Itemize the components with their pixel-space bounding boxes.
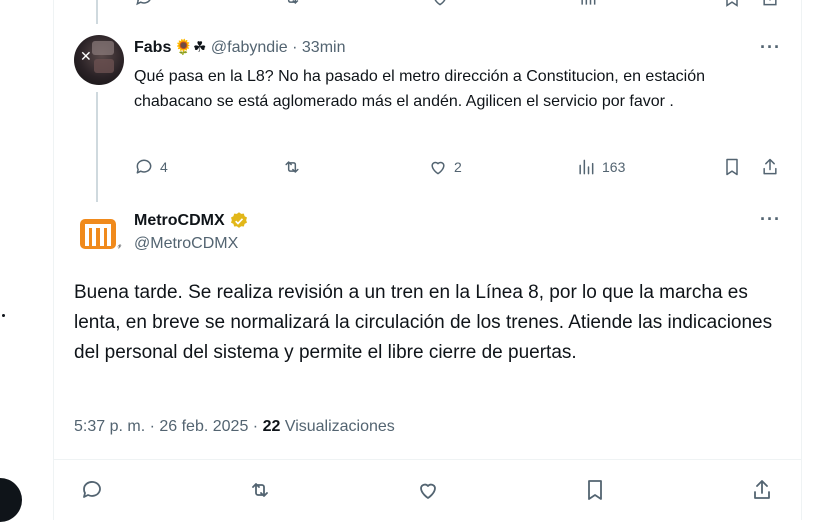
reply-icon [83,481,101,498]
dot [2,314,5,317]
like-icon [420,483,436,499]
views-count: 22 [262,418,281,435]
tweet-text: Buena tarde. Se realiza revisión a un tr… [74,282,773,363]
retweet-button[interactable] [282,156,308,178]
svg-text:®: ® [117,244,123,251]
verified-badge-icon[interactable] [229,211,249,231]
share-icon [763,158,777,175]
author-name[interactable]: Fabs [134,39,171,56]
like-icon[interactable] [430,0,450,8]
views-count: 163 [602,159,626,175]
avatar[interactable]: ✕ [74,35,124,85]
like-icon [431,161,445,175]
thread-line [96,92,98,202]
views-button[interactable]: 163 [576,156,625,178]
author-name-row: MetroCDMX [134,211,249,231]
views-icon[interactable] [578,0,598,8]
bookmark-icon [588,480,602,500]
like-button[interactable] [416,479,440,501]
bookmark-icon[interactable] [722,0,742,8]
more-icon[interactable]: ··· [760,38,780,60]
divider [54,459,801,460]
reply-button[interactable] [80,479,104,501]
retweet-icon [285,161,299,173]
views-icon [579,159,594,175]
like-count: 2 [454,159,462,175]
more-icon[interactable]: ··· [760,210,780,232]
previous-tweet-actions [0,0,840,8]
author-name[interactable]: MetroCDMX [134,212,225,230]
metro-logo-icon: ® [80,219,123,251]
metro-logo[interactable]: ® [74,209,124,259]
tweet-actions: 4 2 163 [0,156,840,178]
tweet-text: Qué pasa en la L8? No ha pasado el metro… [134,68,706,110]
tweet-meta: 5:37 p. m. · 26 feb. 2025 · 22 Visualiza… [74,418,395,436]
like-button[interactable]: 2 [428,156,462,178]
retweet-button[interactable] [248,479,272,501]
reply-count: 4 [160,159,168,175]
share-icon [754,480,770,499]
column-border-right [801,0,802,520]
separator: · [292,39,298,56]
bookmark-button[interactable] [583,479,607,501]
name-emojis: 🌻☘ [174,38,207,56]
tweet-time[interactable]: 33min [302,39,346,56]
main-tweet-actions [0,479,840,501]
share-button[interactable] [760,156,780,178]
reply-icon [136,159,152,174]
bookmark-button[interactable] [722,156,742,178]
reply-icon[interactable] [134,0,154,8]
share-icon[interactable] [760,0,780,8]
author-handle[interactable]: @fabyndie [211,39,288,56]
column-border-left [53,0,54,520]
tweet-header: Fabs 🌻☘ @fabyndie · 33min [134,38,345,57]
author-handle[interactable]: @MetroCDMX [134,235,238,253]
share-button[interactable] [750,479,774,501]
retweet-icon [252,483,268,497]
bookmark-icon [726,158,738,176]
tweet-timestamp[interactable]: 5:37 p. m. · 26 feb. 2025 · [74,418,258,435]
retweet-icon[interactable] [282,0,302,8]
views-label: Visualizaciones [284,418,395,435]
reply-button[interactable]: 4 [134,156,168,178]
